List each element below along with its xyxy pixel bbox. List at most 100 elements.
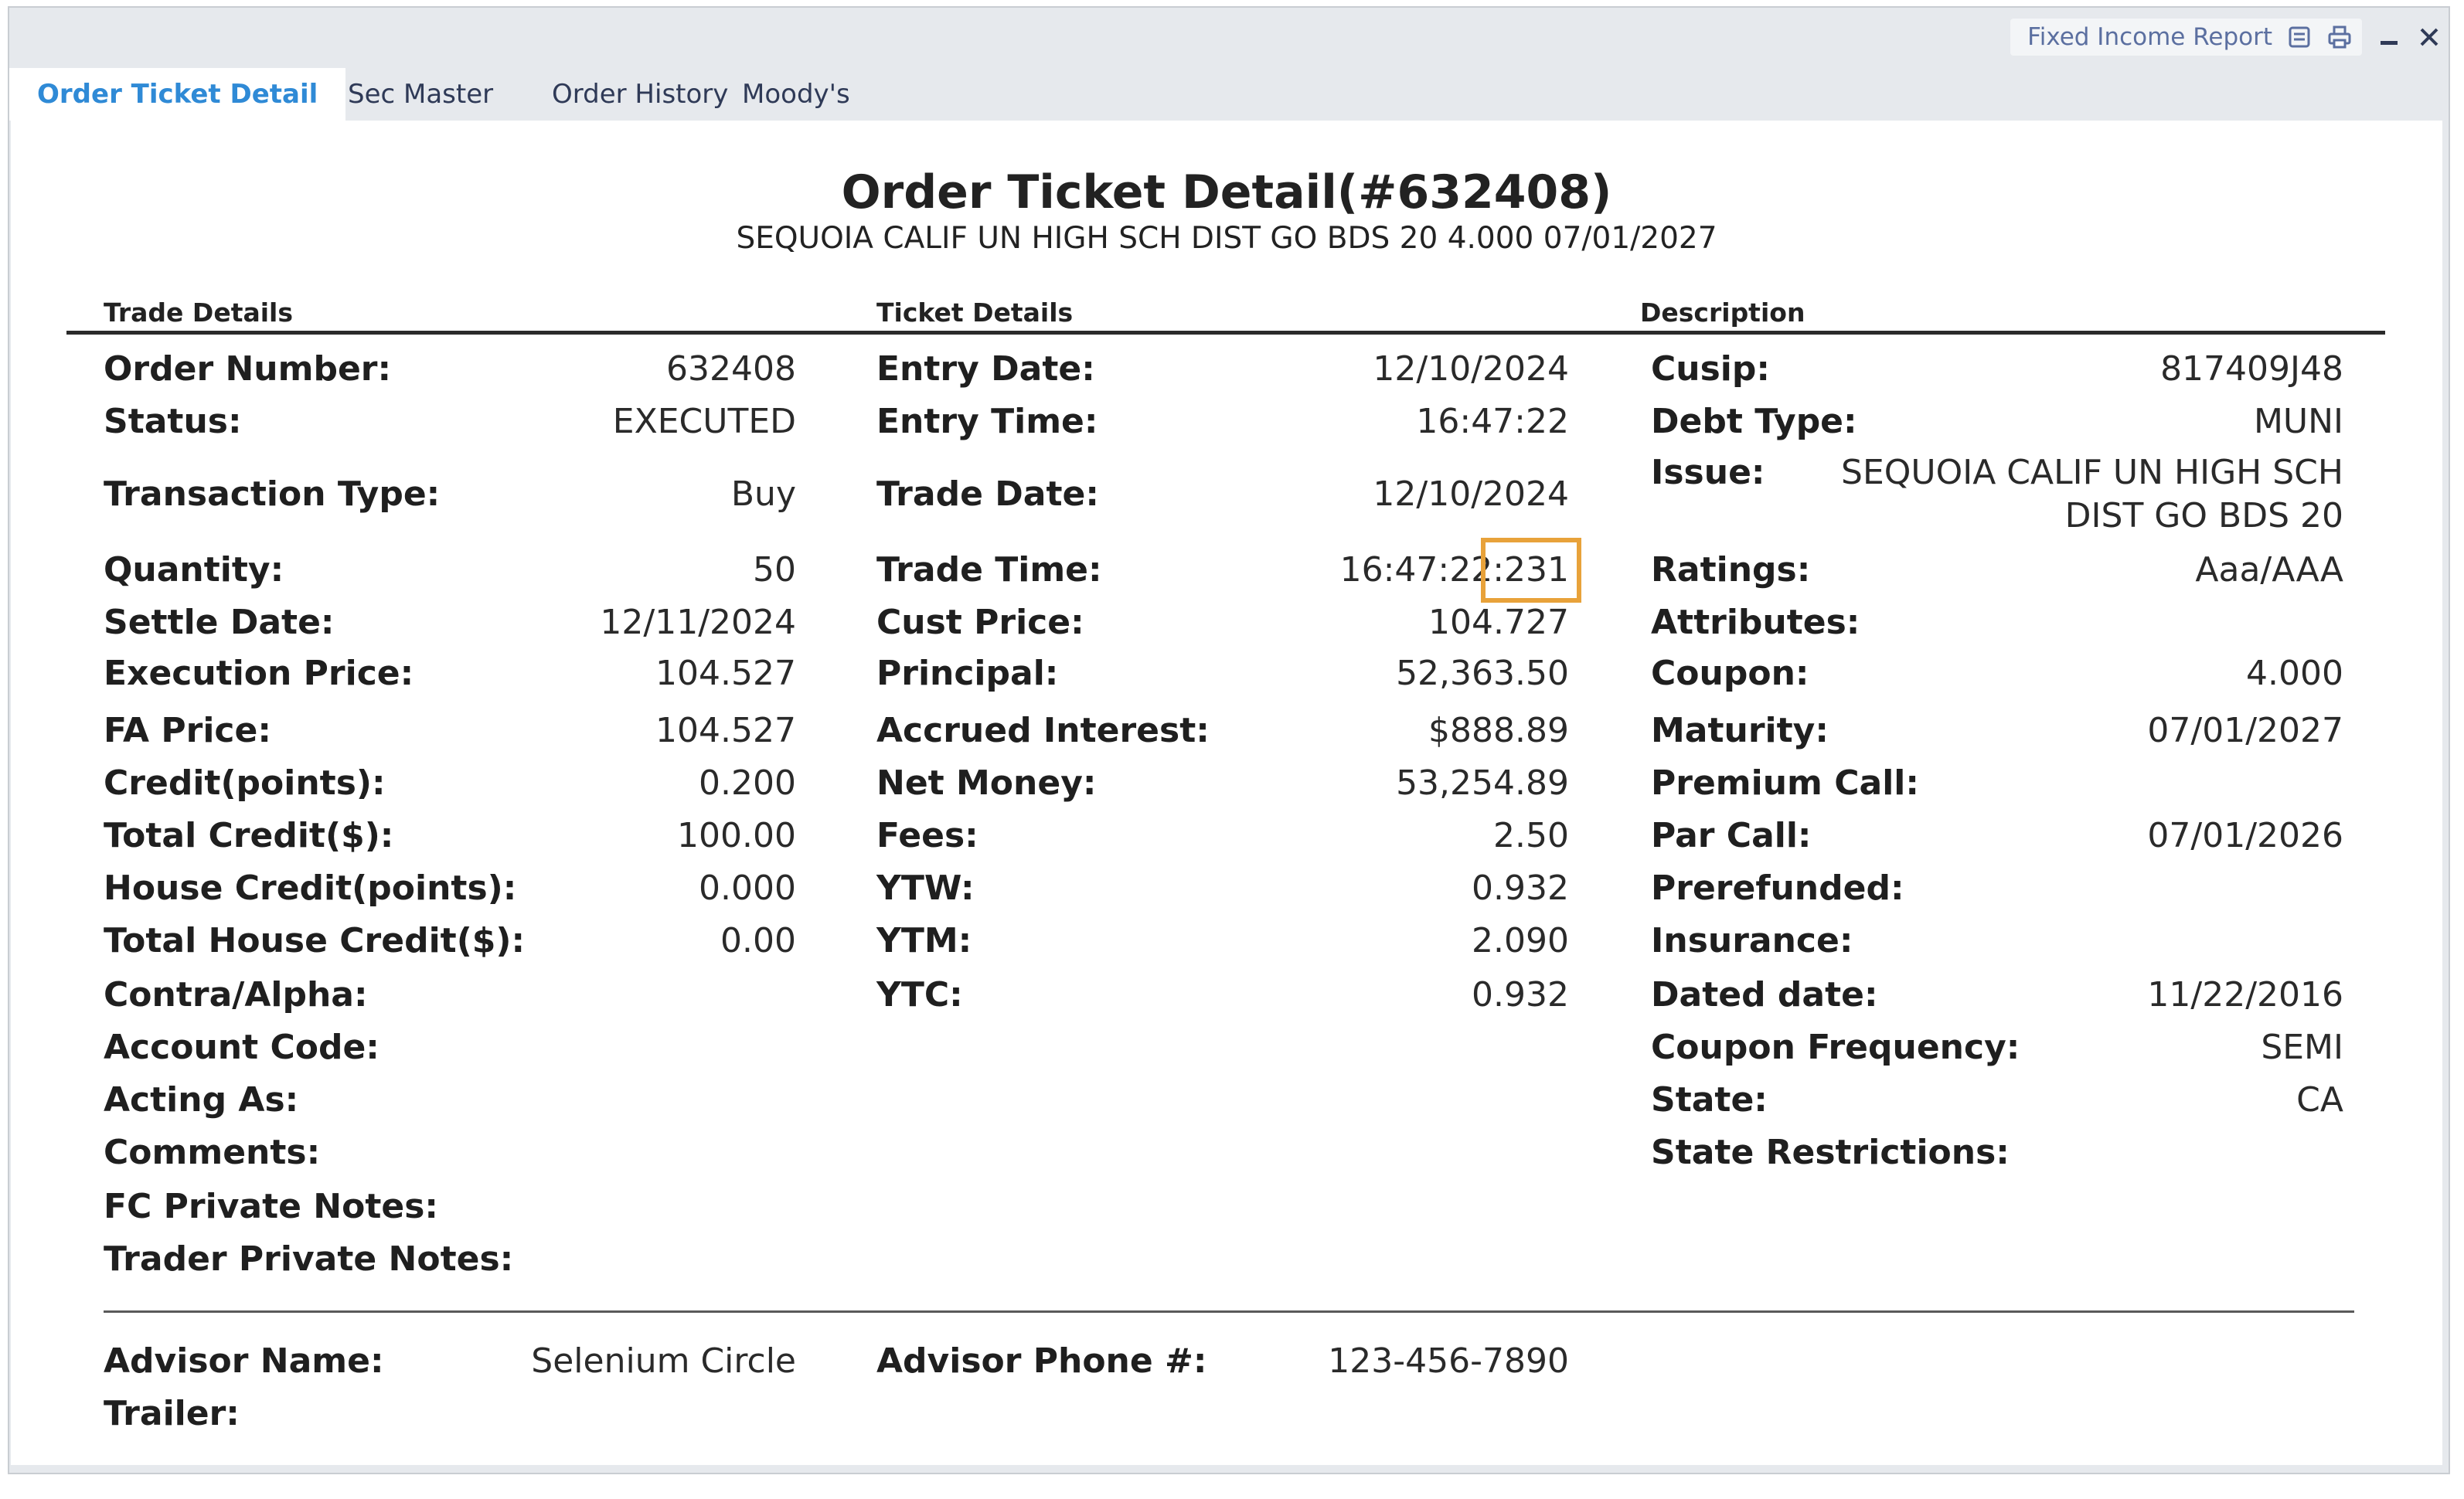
cust-price-value: 104.727: [1428, 603, 1569, 642]
principal-label: Principal:: [876, 654, 1059, 693]
contra-alpha-label: Contra/Alpha:: [104, 975, 368, 1015]
coupon-frequency-label: Coupon Frequency:: [1651, 1028, 2020, 1067]
security-subtitle: SEQUOIA CALIF UN HIGH SCH DIST GO BDS 20…: [736, 221, 1717, 256]
advisor-name-label: Advisor Name:: [104, 1341, 384, 1381]
ratings-value: Aaa/AAA: [2195, 550, 2343, 590]
fixed-income-report-panel: Fixed Income Report: [2010, 19, 2362, 56]
maturity-label: Maturity:: [1651, 711, 1829, 750]
issue-value-line1: SEQUOIA CALIF UN HIGH SCH: [1841, 453, 2343, 492]
account-code-label: Account Code:: [104, 1028, 379, 1067]
entry-date-value: 12/10/2024: [1373, 349, 1569, 389]
ticket-details-heading: Ticket Details: [839, 295, 1622, 335]
ytc-value: 0.932: [1472, 975, 1569, 1015]
order-ticket-content: Order Ticket Detail(#632408) SEQUOIA CAL…: [11, 121, 2442, 1465]
dated-date-value: 11/22/2016: [2147, 975, 2343, 1015]
total-credit-label: Total Credit($):: [104, 816, 394, 855]
accrued-interest-value: $888.89: [1428, 711, 1569, 750]
ytc-label: YTC:: [876, 975, 963, 1015]
settle-date-value: 12/11/2024: [600, 603, 796, 642]
fees-label: Fees:: [876, 816, 978, 855]
principal-value: 52,363.50: [1396, 654, 1569, 693]
total-house-credit-value: 0.00: [720, 921, 796, 960]
ytm-label: YTM:: [876, 921, 972, 960]
total-house-credit-label: Total House Credit($):: [104, 921, 526, 960]
cusip-value: 817409J48: [2160, 349, 2343, 389]
tab-bar: Order Ticket Detail Sec Master Order His…: [9, 8, 2449, 124]
execution-price-value: 104.527: [655, 654, 796, 693]
premium-call-label: Premium Call:: [1651, 763, 1919, 803]
tab-order-ticket-detail[interactable]: Order Ticket Detail: [9, 68, 346, 121]
minimize-icon[interactable]: [2376, 24, 2402, 50]
par-call-label: Par Call:: [1651, 816, 1812, 855]
prerefunded-label: Prerefunded:: [1651, 868, 1904, 908]
description-heading: Description: [1603, 295, 2385, 335]
trade-time-milliseconds-highlight: [1481, 538, 1581, 603]
order-ticket-window: Order Ticket Detail Sec Master Order His…: [8, 6, 2450, 1474]
issue-value-line2: DIST GO BDS 20: [2064, 496, 2343, 535]
state-value: CA: [2296, 1080, 2343, 1120]
fees-value: 2.50: [1493, 816, 1569, 855]
debt-type-label: Debt Type:: [1651, 402, 1857, 441]
fixed-income-report-link[interactable]: Fixed Income Report: [2027, 19, 2272, 56]
house-credit-points-value: 0.000: [699, 868, 796, 908]
acting-as-label: Acting As:: [104, 1080, 299, 1120]
insurance-label: Insurance:: [1651, 921, 1853, 960]
comments-label: Comments:: [104, 1133, 321, 1172]
status-label: Status:: [104, 402, 242, 441]
entry-time-value: 16:47:22: [1416, 402, 1569, 441]
net-money-value: 53,254.89: [1396, 763, 1569, 803]
report-list-icon[interactable]: [2286, 24, 2313, 50]
tab-sec-master[interactable]: Sec Master: [320, 68, 521, 121]
state-label: State:: [1651, 1080, 1768, 1120]
status-value: EXECUTED: [612, 402, 796, 441]
order-number-label: Order Number:: [104, 349, 392, 389]
trade-details-heading: Trade Details: [66, 295, 858, 335]
ytm-value: 2.090: [1472, 921, 1569, 960]
print-icon[interactable]: [2326, 24, 2353, 50]
ratings-label: Ratings:: [1651, 550, 1811, 590]
fa-price-label: FA Price:: [104, 711, 271, 750]
net-money-label: Net Money:: [876, 763, 1097, 803]
cusip-label: Cusip:: [1651, 349, 1770, 389]
issue-label: Issue:: [1651, 453, 1765, 492]
ytw-value: 0.932: [1472, 868, 1569, 908]
credit-points-value: 0.200: [699, 763, 796, 803]
transaction-type-label: Transaction Type:: [104, 474, 441, 514]
par-call-value: 07/01/2026: [2147, 816, 2343, 855]
fc-private-notes-label: FC Private Notes:: [104, 1187, 438, 1226]
trade-date-label: Trade Date:: [876, 474, 1099, 514]
cust-price-label: Cust Price:: [876, 603, 1084, 642]
coupon-label: Coupon:: [1651, 654, 1809, 693]
total-credit-value: 100.00: [677, 816, 796, 855]
dated-date-label: Dated date:: [1651, 975, 1878, 1015]
coupon-frequency-value: SEMI: [2261, 1028, 2343, 1067]
trailer-label: Trailer:: [104, 1394, 240, 1433]
accrued-interest-label: Accrued Interest:: [876, 711, 1210, 750]
attributes-label: Attributes:: [1651, 603, 1860, 642]
transaction-type-value: Buy: [730, 474, 796, 514]
tab-moodys[interactable]: Moody's: [714, 68, 878, 121]
debt-type-value: MUNI: [2253, 402, 2343, 441]
entry-date-label: Entry Date:: [876, 349, 1095, 389]
advisor-phone-value: 123-456-7890: [1328, 1341, 1569, 1381]
house-credit-points-label: House Credit(points):: [104, 868, 517, 908]
trade-date-value: 12/10/2024: [1373, 474, 1569, 514]
entry-time-label: Entry Time:: [876, 402, 1098, 441]
execution-price-label: Execution Price:: [104, 654, 414, 693]
trader-private-notes-label: Trader Private Notes:: [104, 1239, 514, 1279]
fa-price-value: 104.527: [655, 711, 796, 750]
state-restrictions-label: State Restrictions:: [1651, 1133, 2010, 1172]
advisor-divider: [104, 1310, 2354, 1313]
trade-time-label: Trade Time:: [876, 550, 1102, 590]
quantity-label: Quantity:: [104, 550, 284, 590]
order-number-value: 632408: [666, 349, 796, 389]
ytw-label: YTW:: [876, 868, 975, 908]
window-toolbar: Fixed Income Report: [2010, 19, 2442, 56]
page-title: Order Ticket Detail(#632408): [841, 165, 1612, 219]
advisor-phone-label: Advisor Phone #:: [876, 1341, 1207, 1381]
advisor-name-value: Selenium Circle: [531, 1341, 796, 1381]
quantity-value: 50: [753, 550, 796, 590]
close-icon[interactable]: [2416, 24, 2442, 50]
settle-date-label: Settle Date:: [104, 603, 335, 642]
maturity-value: 07/01/2027: [2147, 711, 2343, 750]
